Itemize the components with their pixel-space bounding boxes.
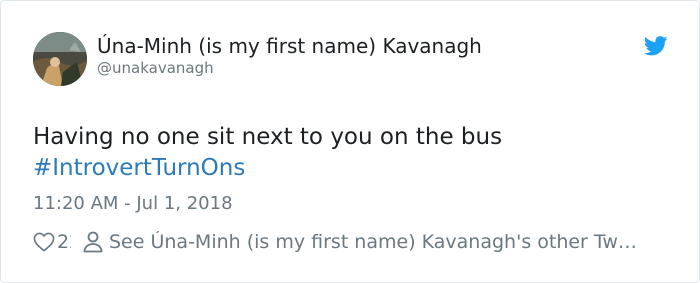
hashtag-link[interactable]: #IntrovertTurnOns [33, 153, 673, 184]
author-display-name[interactable]: Úna-Minh (is my first name) Kavanagh [97, 34, 482, 58]
like-button[interactable]: 22 [33, 231, 71, 253]
avatar[interactable] [33, 32, 87, 86]
tweet-text: Having no one sit next to you on the bus… [33, 122, 673, 184]
tweet-timestamp[interactable]: 11:20 AM - Jul 1, 2018 [33, 192, 233, 216]
tweet-text-line: Having no one sit next to you on the bus [33, 124, 503, 150]
profile-link-button[interactable]: See Úna-Minh (is my first name) Kavanagh… [83, 231, 673, 253]
profile-link-label: See Úna-Minh (is my first name) Kavanagh… [109, 231, 644, 253]
like-count: 22 [57, 231, 71, 253]
person-outline-icon [83, 231, 103, 253]
twitter-bird-icon[interactable] [644, 35, 668, 57]
tweet-actions: 22 See Úna-Minh (is my first name) Kavan… [33, 229, 673, 255]
tweet-card: Úna-Minh (is my first name) Kavanagh @un… [0, 0, 700, 283]
heart-outline-icon [33, 232, 55, 252]
author-handle[interactable]: @unakavanagh [97, 59, 214, 77]
